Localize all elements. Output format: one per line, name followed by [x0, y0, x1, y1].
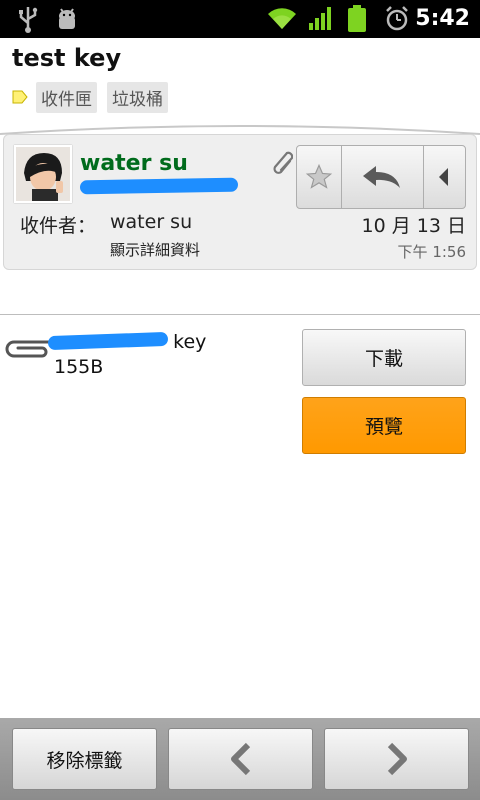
signal-icon — [309, 7, 331, 30]
more-actions-button[interactable] — [424, 146, 466, 208]
clock: 5:42 — [415, 6, 470, 31]
status-bar: 5:42 — [0, 0, 480, 38]
label-tag-icon — [12, 90, 28, 104]
battery-icon — [348, 5, 366, 32]
sender-avatar[interactable] — [14, 145, 72, 203]
bottom-action-bar: 移除標籤 — [0, 718, 480, 800]
labels-row: 收件匣 垃圾桶 — [12, 81, 178, 113]
message-actions — [296, 145, 466, 209]
download-button[interactable]: 下載 — [302, 329, 466, 386]
label-chip-trash[interactable]: 垃圾桶 — [107, 81, 168, 113]
remove-label-button[interactable]: 移除標籤 — [12, 728, 157, 790]
attachment-size: 155B — [54, 356, 104, 378]
avatar-photo-icon — [16, 147, 70, 201]
star-button[interactable] — [297, 146, 343, 208]
chevron-left-icon — [439, 168, 449, 186]
usb-icon — [19, 7, 38, 33]
message-time: 下午 1:56 — [397, 243, 466, 261]
recipient-name: water su — [110, 211, 193, 233]
label-chip-inbox[interactable]: 收件匣 — [36, 81, 97, 113]
reply-icon — [363, 166, 401, 188]
star-icon — [306, 163, 333, 189]
preview-button[interactable]: 預覽 — [302, 397, 466, 454]
attachment-divider — [0, 314, 480, 315]
message-date: 10 月 13 日 — [361, 215, 466, 237]
message-subject: test key — [12, 44, 122, 72]
android-debug-icon — [59, 8, 75, 29]
wifi-icon — [268, 8, 296, 30]
sender-email-redacted — [79, 177, 239, 195]
alarm-icon — [386, 6, 408, 31]
recipient-label: 收件者： — [20, 215, 97, 237]
sender-name[interactable]: water su — [80, 151, 188, 176]
next-message-button[interactable] — [324, 728, 469, 790]
show-details-link[interactable]: 顯示詳細資料 — [110, 239, 200, 260]
message-header-card: water su 收件者： water su 顯示詳細資料 10 月 13 日 … — [3, 134, 477, 270]
paperclip-icon — [5, 340, 50, 358]
reply-button[interactable] — [342, 146, 424, 208]
chevron-left-icon — [230, 742, 250, 776]
previous-message-button[interactable] — [168, 728, 313, 790]
attachment-indicator-icon — [273, 151, 293, 174]
chevron-right-icon — [387, 742, 407, 776]
